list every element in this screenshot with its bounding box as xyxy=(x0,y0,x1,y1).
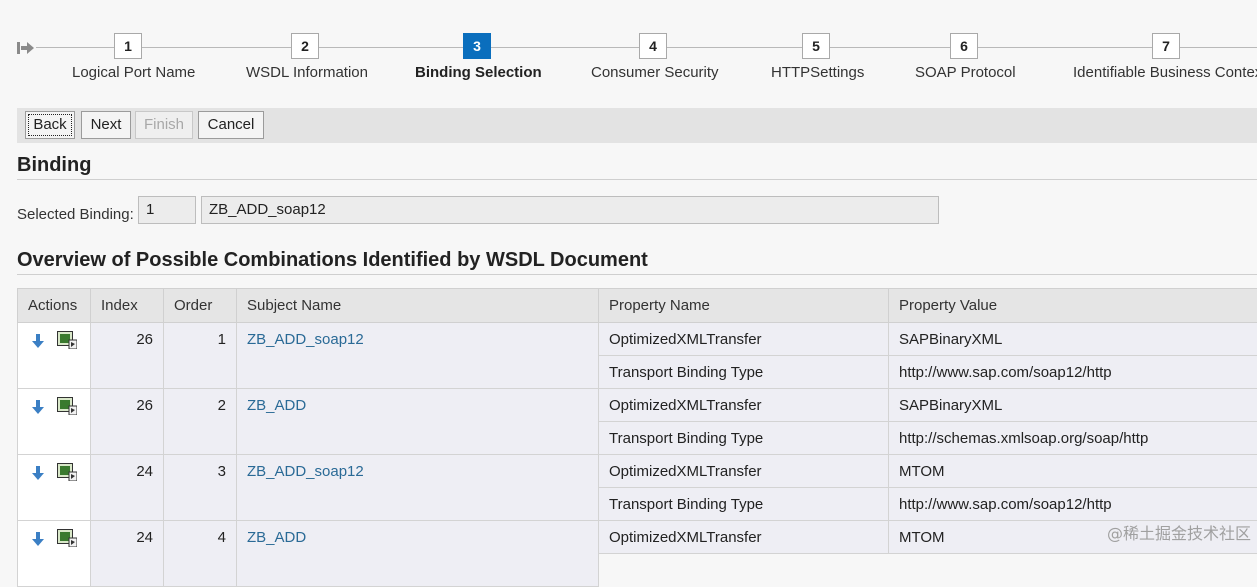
property-value-cell: MTOM xyxy=(889,455,1257,488)
table-row-group: 24 3 ZB_ADD_soap12 OptimizedXMLTransfer … xyxy=(17,455,1257,521)
table-header: Actions Index Order Subject Name Propert… xyxy=(17,288,1257,323)
binding-section-title: Binding xyxy=(17,154,92,176)
selected-binding-label: Selected Binding: xyxy=(17,206,134,223)
table-row-group: 24 4 ZB_ADD OptimizedXMLTransfer MTOM xyxy=(17,521,1257,587)
property-name-cell: OptimizedXMLTransfer xyxy=(599,389,889,422)
back-button[interactable]: Back xyxy=(25,111,75,139)
subject-name-cell: ZB_ADD_soap12 xyxy=(237,455,599,521)
step-number: 3 xyxy=(463,33,491,59)
details-icon[interactable] xyxy=(57,529,77,547)
table-row-group: 26 2 ZB_ADD OptimizedXMLTransfer SAPBina… xyxy=(17,389,1257,455)
overview-section-title: Overview of Possible Combinations Identi… xyxy=(17,249,648,271)
step-label: SOAP Protocol xyxy=(915,64,1016,81)
step-label: Logical Port Name xyxy=(72,64,196,81)
col-header-order[interactable]: Order xyxy=(164,289,237,322)
subject-name-cell: ZB_ADD xyxy=(237,521,599,587)
wizard-roadmap: 1 Logical Port Name 2 WSDL Information 3… xyxy=(0,0,1257,100)
details-icon[interactable] xyxy=(57,463,77,481)
subject-name-link[interactable]: ZB_ADD xyxy=(247,397,306,414)
arrow-down-icon[interactable] xyxy=(32,466,44,480)
property-name-cell: OptimizedXMLTransfer xyxy=(599,455,889,488)
property-value-cell: http://www.sap.com/soap12/http xyxy=(889,356,1257,389)
step-label: WSDL Information xyxy=(246,64,368,81)
col-header-index[interactable]: Index xyxy=(91,289,164,322)
step-label: Consumer Security xyxy=(591,64,719,81)
step-label: Binding Selection xyxy=(415,64,542,81)
details-icon[interactable] xyxy=(57,397,77,415)
subject-name-link[interactable]: ZB_ADD xyxy=(247,529,306,546)
col-header-property-name[interactable]: Property Name xyxy=(599,289,889,322)
step-number: 2 xyxy=(291,33,319,59)
step-label: Identifiable Business Contex xyxy=(1073,64,1257,81)
step-number: 5 xyxy=(802,33,830,59)
arrow-down-icon[interactable] xyxy=(32,532,44,546)
section-divider xyxy=(17,179,1257,180)
col-header-property-value[interactable]: Property Value xyxy=(889,289,1257,322)
subject-name-cell: ZB_ADD xyxy=(237,389,599,455)
selected-binding-name-field[interactable]: ZB_ADD_soap12 xyxy=(201,196,939,224)
section-divider xyxy=(17,274,1257,275)
combinations-table: Actions Index Order Subject Name Propert… xyxy=(17,288,1257,587)
property-value-cell: http://schemas.xmlsoap.org/soap/http xyxy=(889,422,1257,455)
property-name-cell: Transport Binding Type xyxy=(599,422,889,455)
order-cell: 2 xyxy=(164,389,237,455)
watermark: @稀土掘金技术社区 xyxy=(1106,524,1251,543)
property-value-cell: http://www.sap.com/soap12/http xyxy=(889,488,1257,521)
next-button[interactable]: Next xyxy=(81,111,131,139)
order-cell: 1 xyxy=(164,323,237,389)
actions-cell xyxy=(17,323,91,389)
col-header-actions[interactable]: Actions xyxy=(17,289,91,322)
property-name-cell: OptimizedXMLTransfer xyxy=(599,323,889,356)
index-cell: 26 xyxy=(91,389,164,455)
arrow-down-icon[interactable] xyxy=(32,334,44,348)
subject-name-link[interactable]: ZB_ADD_soap12 xyxy=(247,463,364,480)
step-number: 1 xyxy=(114,33,142,59)
index-cell: 26 xyxy=(91,323,164,389)
step-number: 4 xyxy=(639,33,667,59)
property-name-cell: Transport Binding Type xyxy=(599,356,889,389)
roadmap-start-icon xyxy=(17,42,34,54)
table-row-group: 26 1 ZB_ADD_soap12 OptimizedXMLTransfer … xyxy=(17,323,1257,389)
actions-cell xyxy=(17,521,91,587)
step-label: HTTPSettings xyxy=(771,64,865,81)
wizard-toolbar: Back Next Finish Cancel xyxy=(17,108,1257,143)
arrow-down-icon[interactable] xyxy=(32,400,44,414)
order-cell: 3 xyxy=(164,455,237,521)
col-header-subject-name[interactable]: Subject Name xyxy=(237,289,599,322)
step-number: 7 xyxy=(1152,33,1180,59)
property-value-cell: SAPBinaryXML xyxy=(889,323,1257,356)
property-name-cell: OptimizedXMLTransfer xyxy=(599,521,889,554)
subject-name-cell: ZB_ADD_soap12 xyxy=(237,323,599,389)
step-number: 6 xyxy=(950,33,978,59)
finish-button: Finish xyxy=(135,111,193,139)
index-cell: 24 xyxy=(91,455,164,521)
cancel-button[interactable]: Cancel xyxy=(198,111,264,139)
property-name-cell: Transport Binding Type xyxy=(599,488,889,521)
subject-name-link[interactable]: ZB_ADD_soap12 xyxy=(247,331,364,348)
order-cell: 4 xyxy=(164,521,237,587)
actions-cell xyxy=(17,389,91,455)
selected-binding-index-field[interactable]: 1 xyxy=(138,196,196,224)
property-value-cell: SAPBinaryXML xyxy=(889,389,1257,422)
details-icon[interactable] xyxy=(57,331,77,349)
index-cell: 24 xyxy=(91,521,164,587)
actions-cell xyxy=(17,455,91,521)
